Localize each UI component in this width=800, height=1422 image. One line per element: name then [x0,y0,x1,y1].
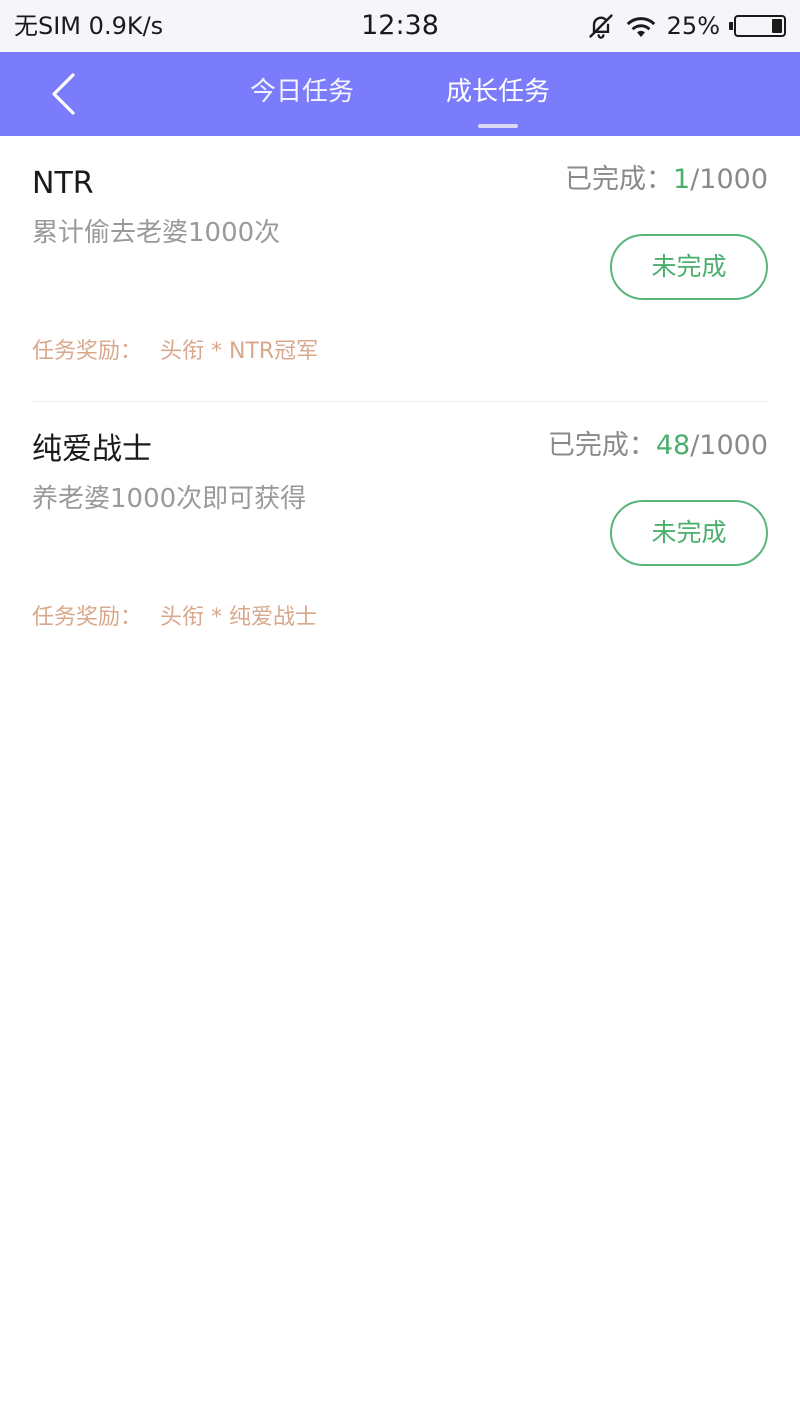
task-title: NTR [32,166,94,201]
back-button[interactable] [36,66,92,122]
task-status-button[interactable]: 未完成 [610,234,768,300]
bell-off-icon [587,12,615,40]
progress-current: 1 [673,164,691,195]
task-item: NTR 已完成：1/1000 累计偷去老婆1000次 未完成 任务奖励： 头衔 *… [32,136,768,402]
progress-label: 已完成： [565,164,673,195]
active-tab-indicator [478,124,518,128]
task-title: 纯爱战士 [32,432,152,467]
progress-total: /1000 [690,164,768,195]
nav-header: 今日任务 成长任务 [0,52,800,136]
reward-label: 任务奖励： [32,339,143,364]
progress-label: 已完成： [547,430,656,461]
task-item: 纯爱战士 已完成：48/1000 养老婆1000次即可获得 未完成 任务奖励： 头… [32,402,768,668]
status-bar: 无SIM 0.9K/s 12:38 25% [0,0,800,52]
battery-icon [729,15,786,37]
task-progress: 已完成：1/1000 [565,162,768,198]
wifi-icon [625,13,657,39]
reward-label: 任务奖励： [32,605,143,630]
task-status-button[interactable]: 未完成 [610,500,768,566]
task-reward: 任务奖励： 头衔 * NTR冠军 [32,336,318,368]
task-progress: 已完成：48/1000 [548,428,768,464]
tab-growth-tasks[interactable]: 成长任务 [426,72,570,112]
reward-value: 头衔 * NTR冠军 [160,339,319,364]
tab-daily-tasks[interactable]: 今日任务 [230,72,374,112]
battery-level [772,19,782,33]
status-right: 25% [587,10,786,42]
battery-percent: 25% [666,12,720,40]
task-description: 累计偷去老婆1000次 [32,218,281,248]
task-reward: 任务奖励： 头衔 * 纯爱战士 [32,602,317,634]
reward-value: 头衔 * 纯爱战士 [160,605,318,630]
chevron-left-icon [52,73,75,115]
progress-total: /1000 [690,430,768,461]
progress-current: 48 [655,430,691,461]
task-description: 养老婆1000次即可获得 [32,484,307,514]
